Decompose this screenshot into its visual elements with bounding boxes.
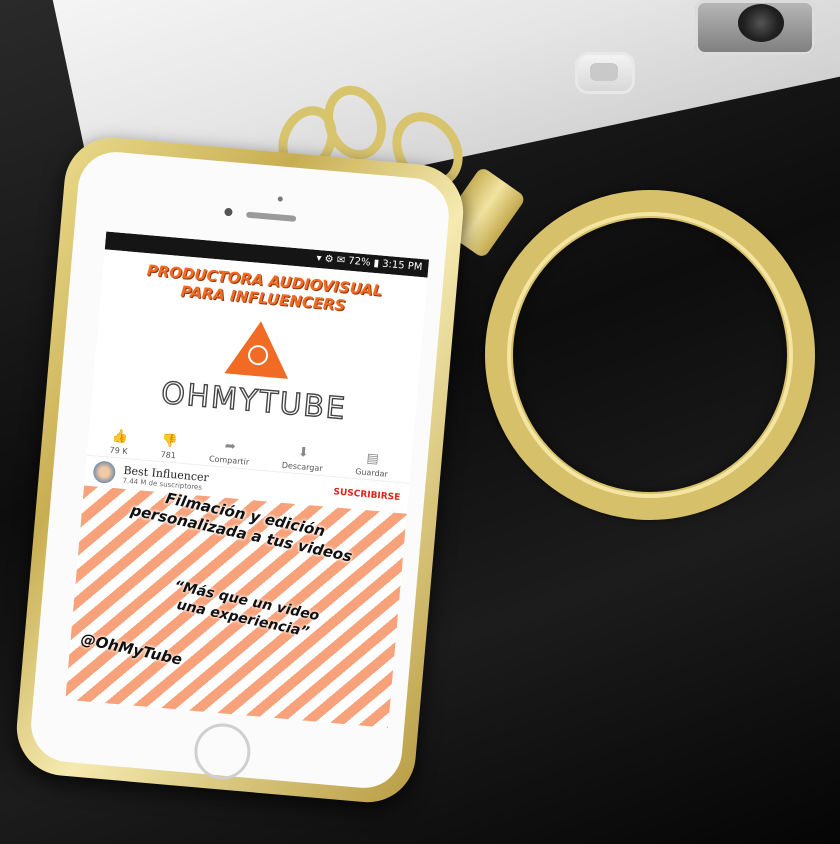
subscribe-button[interactable]: SUSCRIBIRSE — [333, 487, 401, 503]
promo-handle: @OhMyTube — [79, 629, 184, 669]
circle-icon — [247, 344, 269, 366]
home-button[interactable] — [192, 721, 253, 782]
gold-key-ring — [485, 190, 815, 520]
phone-body: ▾ ⚙ ✉ 72% ▮ 3:15 PM PRODUCTORA AUDIOVISU… — [28, 148, 452, 792]
save-label: Guardar — [354, 467, 389, 479]
camera-flash — [578, 55, 632, 91]
thumb-up-icon: 👍 — [111, 428, 129, 446]
phone-keychain: ▾ ⚙ ✉ 72% ▮ 3:15 PM PRODUCTORA AUDIOVISU… — [12, 133, 468, 807]
promo-banner: Filmación y edición personalizada a tus … — [65, 485, 407, 728]
like-count: 79 K — [109, 445, 128, 457]
video-thumbnail[interactable]: PRODUCTORA AUDIOVISUAL PARA INFLUENCERS … — [89, 249, 428, 452]
dislike-button[interactable]: 👎 781 — [160, 433, 179, 461]
earpiece-speaker — [246, 211, 297, 222]
thumb-down-icon: 👎 — [160, 433, 179, 450]
share-icon: ➦ — [224, 438, 237, 455]
camera-lens-icon — [738, 4, 784, 42]
download-icon: ⬇ — [297, 445, 310, 461]
sensor-dot — [277, 196, 283, 202]
brand-logo-text: OHMYTUBE — [159, 375, 349, 428]
phone-screen: ▾ ⚙ ✉ 72% ▮ 3:15 PM PRODUCTORA AUDIOVISU… — [65, 231, 430, 728]
save-icon: ▤ — [365, 451, 380, 468]
dislike-count: 781 — [160, 450, 177, 461]
triangle-logo-icon — [224, 318, 293, 379]
front-camera — [224, 207, 233, 217]
save-button[interactable]: ▤ Guardar — [355, 451, 390, 479]
keychain-photo: ▾ ⚙ ✉ 72% ▮ 3:15 PM PRODUCTORA AUDIOVISU… — [0, 0, 840, 844]
share-button[interactable]: ➦ Compartir — [209, 438, 251, 467]
like-button[interactable]: 👍 79 K — [109, 428, 129, 457]
download-button[interactable]: ⬇ Descargar — [281, 445, 324, 473]
